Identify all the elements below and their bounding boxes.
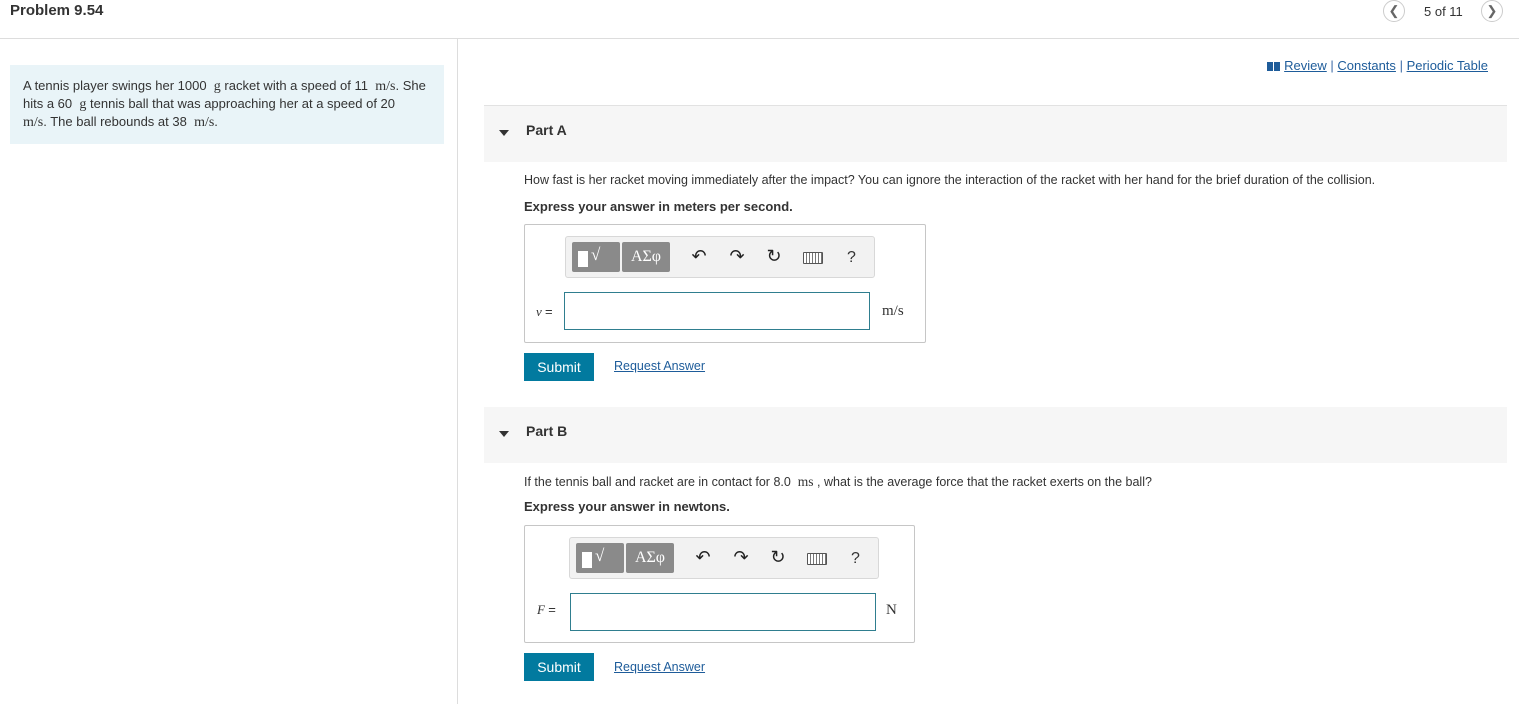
keyboard-icon[interactable] — [807, 553, 827, 565]
unit-math: m/s — [375, 79, 396, 94]
review-link[interactable]: Review — [1284, 58, 1327, 73]
variable-label: v = — [536, 304, 553, 320]
unit-math: m/s — [23, 115, 44, 130]
link-separator: | — [1330, 58, 1334, 73]
templates-button[interactable]: √ — [572, 242, 620, 272]
part-b-label: Part B — [526, 423, 568, 439]
unit-math: ms — [797, 474, 814, 489]
unit-math: m/s — [194, 115, 215, 130]
chevron-left-icon: ❮ — [1388, 3, 1400, 18]
radical-icon: √ — [595, 546, 605, 565]
prev-button[interactable]: ❮ — [1383, 0, 1405, 22]
request-answer-link[interactable]: Request Answer — [614, 359, 705, 373]
problem-text: . — [214, 114, 218, 129]
problem-text: . The ball rebounds at 38 — [43, 114, 187, 129]
variable-symbol: v — [536, 304, 542, 319]
help-button[interactable]: ? — [847, 249, 856, 267]
collapse-triangle-icon[interactable] — [499, 431, 509, 437]
problem-text: A tennis player swings her 1000 — [23, 78, 207, 93]
problem-text: tennis ball that was approaching her at … — [90, 96, 396, 111]
problem-text: racket with a speed of 11 — [224, 78, 368, 93]
part-a-instruction: Express your answer in meters per second… — [524, 199, 793, 214]
link-separator: | — [1399, 58, 1403, 73]
periodic-table-link[interactable]: Periodic Table — [1407, 58, 1488, 73]
question-text: If the tennis ball and racket are in con… — [524, 475, 791, 489]
answer-input-v[interactable] — [564, 292, 870, 330]
help-button[interactable]: ? — [851, 550, 860, 568]
chevron-right-icon: ❯ — [1486, 3, 1498, 18]
variable-label: F = — [537, 602, 556, 618]
page-title: Problem 9.54 — [10, 2, 104, 19]
top-bar: Problem 9.54 ❮ 5 of 11 ❯ — [0, 0, 1519, 39]
problem-statement: A tennis player swings her 1000 g racket… — [10, 65, 444, 144]
resource-links: Review | Constants | Periodic Table — [1267, 58, 1488, 73]
undo-icon[interactable]: ↶ — [688, 246, 710, 267]
part-a-answer-box: √ ΑΣφ ↶ ↷ ↻ ? v = m/s — [524, 224, 926, 343]
radical-icon: √ — [591, 245, 601, 264]
reset-icon[interactable]: ↻ — [763, 246, 785, 267]
request-answer-link[interactable]: Request Answer — [614, 660, 705, 674]
greek-symbols-button[interactable]: ΑΣφ — [626, 543, 674, 573]
redo-icon[interactable]: ↷ — [730, 547, 752, 568]
book-icon — [1267, 62, 1281, 71]
keyboard-icon[interactable] — [803, 252, 823, 264]
redo-icon[interactable]: ↷ — [726, 246, 748, 267]
unit-math: g — [213, 79, 221, 94]
part-a-header[interactable]: Part A — [484, 106, 1507, 162]
column-divider — [457, 39, 458, 704]
submit-button[interactable]: Submit — [524, 353, 594, 381]
equals-sign: = — [545, 304, 553, 319]
question-text: , what is the average force that the rac… — [817, 475, 1152, 489]
equals-sign: = — [548, 602, 556, 617]
submit-button[interactable]: Submit — [524, 653, 594, 681]
variable-symbol: F — [537, 602, 545, 617]
block-icon — [582, 552, 592, 568]
part-b-header[interactable]: Part B — [484, 407, 1507, 463]
unit-math: g — [79, 97, 87, 112]
reset-icon[interactable]: ↻ — [767, 547, 789, 568]
unit-label: m/s — [882, 303, 904, 319]
part-b-instruction: Express your answer in newtons. — [524, 499, 730, 514]
part-b-answer-box: √ ΑΣφ ↶ ↷ ↻ ? F = N — [524, 525, 915, 643]
next-button[interactable]: ❯ — [1481, 0, 1503, 22]
page-counter: 5 of 11 — [1424, 4, 1463, 19]
part-a-question: How fast is her racket moving immediatel… — [524, 173, 1376, 187]
part-b-question: If the tennis ball and racket are in con… — [524, 474, 1152, 490]
undo-icon[interactable]: ↶ — [692, 547, 714, 568]
math-toolbar: √ ΑΣφ ↶ ↷ ↻ ? — [569, 537, 879, 579]
greek-symbols-button[interactable]: ΑΣφ — [622, 242, 670, 272]
collapse-triangle-icon[interactable] — [499, 130, 509, 136]
answer-input-f[interactable] — [570, 593, 876, 631]
block-icon — [578, 251, 588, 267]
math-toolbar: √ ΑΣφ ↶ ↷ ↻ ? — [565, 236, 875, 278]
templates-button[interactable]: √ — [576, 543, 624, 573]
part-a-label: Part A — [526, 122, 567, 138]
constants-link[interactable]: Constants — [1337, 58, 1396, 73]
unit-label: N — [886, 602, 897, 618]
